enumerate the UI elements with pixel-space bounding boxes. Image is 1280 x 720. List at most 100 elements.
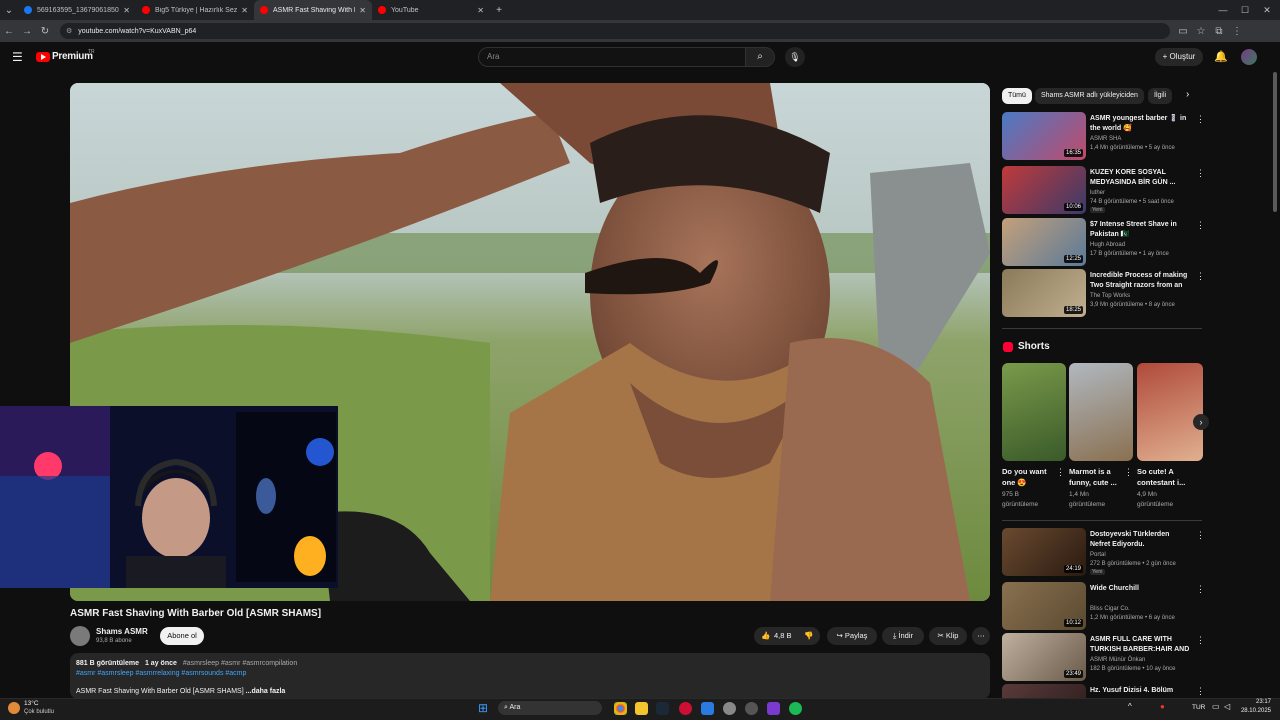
recommended-video[interactable]: 23:49 ASMR FULL CARE WITH TURKISH BARBER… — [1002, 633, 1205, 681]
recommended-video[interactable]: 12:25 $7 Intense Street Shave in Pakista… — [1002, 218, 1205, 266]
windows-start-icon[interactable]: ⊞ — [478, 701, 488, 715]
tray-app-icon[interactable]: ● — [1160, 702, 1165, 711]
search-input[interactable]: Ara — [478, 47, 746, 67]
tab-1[interactable]: 569163595_1367906185050488_6... ✕ — [18, 0, 136, 20]
video-thumbnail[interactable]: 10:12 — [1002, 582, 1086, 630]
description-box[interactable]: 881 B görüntüleme 1 ay önce #asmrsleep #… — [70, 653, 990, 699]
minimize-button[interactable]: — — [1212, 0, 1234, 20]
rec-title[interactable]: Wide Churchill — [1090, 584, 1190, 594]
rec-channel[interactable]: luther — [1090, 190, 1105, 196]
more-vert-icon[interactable]: ⋮ — [1196, 686, 1202, 697]
rec-title[interactable]: Hz. Yusuf Dizisi 4. Bölüm — [1090, 686, 1190, 696]
hamburger-menu-icon[interactable]: ☰ — [12, 50, 23, 64]
back-button[interactable]: ← — [0, 26, 18, 37]
forward-button[interactable]: → — [18, 26, 36, 37]
video-thumbnail[interactable]: 12:25 — [1002, 218, 1086, 266]
url-field[interactable]: ⚙ youtube.com/watch?v=KuxVABN_p64 — [60, 23, 1170, 39]
short-thumbnail[interactable] — [1137, 363, 1203, 461]
rec-channel[interactable]: Hugh Abroad — [1090, 242, 1125, 248]
more-vert-icon[interactable]: ⋮ — [1196, 220, 1205, 231]
network-icon[interactable]: ▭ — [1212, 702, 1220, 711]
chips-next-chevron-icon[interactable]: › — [1186, 89, 1189, 100]
like-count[interactable]: 4,8 B — [774, 627, 792, 645]
voice-search-button[interactable]: 🎙 — [785, 47, 805, 67]
rec-title[interactable]: $7 Intense Street Shave in Pakistan 🇵🇰 — [1090, 220, 1190, 240]
spotify-icon[interactable] — [789, 702, 802, 715]
rec-channel[interactable]: Portal — [1090, 552, 1106, 558]
extensions-icon[interactable]: ⧉ — [1210, 26, 1228, 37]
notifications-bell-icon[interactable]: 🔔 — [1214, 50, 1228, 63]
close-tab-icon[interactable]: ✕ — [477, 6, 484, 15]
like-icon[interactable]: 👍 — [761, 627, 770, 645]
recommended-video[interactable]: 18:25 Incredible Process of making Two S… — [1002, 269, 1205, 317]
app-icon[interactable] — [701, 702, 714, 715]
chip-related[interactable]: İlgili — [1148, 88, 1173, 104]
bookmark-star-icon[interactable]: ☆ — [1192, 26, 1210, 37]
recommended-video[interactable]: 10:12 Wide Churchill Bliss Cigar Co. 1,2… — [1002, 582, 1205, 630]
avatar[interactable] — [1241, 49, 1257, 65]
create-button[interactable]: + Oluştur — [1155, 48, 1203, 66]
chrome-icon[interactable] — [614, 702, 627, 715]
close-window-button[interactable]: ✕ — [1256, 0, 1278, 20]
weather-temp[interactable]: 13°C — [24, 700, 39, 707]
youtube-logo-icon[interactable] — [36, 52, 50, 62]
recommended-video[interactable]: 24:19 Dostoyevski Türklerden Nefret Ediy… — [1002, 528, 1205, 576]
more-actions-button[interactable]: ⋯ — [972, 627, 990, 645]
weather-icon[interactable] — [8, 702, 20, 714]
video-thumbnail[interactable]: 18:25 — [1002, 269, 1086, 317]
short-title[interactable]: Marmot is a funny, cute ... — [1069, 466, 1123, 488]
rec-title[interactable]: KUZEY KORE SOSYAL MEDYASINDA BİR GÜN ... — [1090, 168, 1190, 188]
channel-name[interactable]: Shams ASMR — [96, 627, 148, 636]
taskbar-search[interactable]: ⌕ Ara — [498, 701, 602, 715]
settings-icon[interactable] — [723, 702, 736, 715]
video-thumbnail[interactable]: 10:06 — [1002, 166, 1086, 214]
rec-channel[interactable]: ASMR SHA — [1090, 136, 1121, 142]
search-button[interactable]: ⌕ — [745, 47, 775, 67]
chip-from-uploader[interactable]: Shams ASMR adlı yükleyiciden — [1035, 88, 1144, 104]
more-vert-icon[interactable]: ⋮ — [1196, 530, 1205, 541]
new-tab-button[interactable]: + — [490, 5, 508, 16]
menu-dots-icon[interactable]: ⋮ — [1228, 26, 1246, 37]
recommended-video[interactable]: 16:35 ASMR youngest barber 💈 in the worl… — [1002, 112, 1205, 160]
volume-icon[interactable]: ◁ — [1224, 702, 1230, 711]
close-tab-icon[interactable]: ✕ — [241, 6, 248, 15]
close-tab-icon[interactable]: ✕ — [123, 6, 130, 15]
close-tab-icon[interactable]: ✕ — [359, 6, 366, 15]
clock-time[interactable]: 23:17 — [1241, 699, 1271, 705]
video-thumbnail[interactable]: 24:19 — [1002, 528, 1086, 576]
shorts-next-chevron-icon[interactable]: › — [1193, 414, 1209, 430]
dislike-icon[interactable]: 👎 — [804, 627, 813, 645]
clock-date[interactable]: 28.10.2025 — [1236, 708, 1271, 714]
opera-icon[interactable] — [679, 702, 692, 715]
rec-title[interactable]: ASMR FULL CARE WITH TURKISH BARBER:HAIR … — [1090, 635, 1190, 655]
tab-4[interactable]: YouTube ✕ — [372, 0, 490, 20]
rec-channel[interactable]: ASMR Münür Önkan — [1090, 657, 1145, 663]
recommended-video[interactable]: Hz. Yusuf Dizisi 4. Bölüm ⋮ — [1002, 684, 1202, 698]
short-thumbnail[interactable] — [1069, 363, 1133, 461]
obs-icon[interactable] — [745, 702, 758, 715]
file-explorer-icon[interactable] — [635, 702, 648, 715]
youtube-premium-logo[interactable]: Premium — [52, 51, 93, 62]
language-indicator[interactable]: TUR — [1192, 704, 1205, 711]
rec-channel[interactable]: Bliss Cigar Co. — [1090, 606, 1130, 612]
rec-title[interactable]: Dostoyevski Türklerden Nefret Ediyordu. — [1090, 530, 1190, 550]
hashtags-top[interactable]: #asmrsleep #asmr #asmrcompilation — [183, 660, 297, 667]
recommended-video[interactable]: 10:06 KUZEY KORE SOSYAL MEDYASINDA BİR G… — [1002, 166, 1205, 214]
subscribe-button[interactable]: Abone ol — [160, 627, 204, 645]
video-thumbnail[interactable] — [1002, 684, 1086, 698]
rec-channel[interactable]: The Top Works — [1090, 293, 1130, 299]
more-vert-icon[interactable]: ⋮ — [1196, 635, 1205, 646]
short-thumbnail[interactable] — [1002, 363, 1066, 461]
share-button[interactable]: ↪ Paylaş — [827, 627, 877, 645]
short-title[interactable]: Do you want one 😍 — [1002, 466, 1056, 488]
tab-search-icon[interactable]: ⌄ — [0, 5, 18, 16]
clip-button[interactable]: ✂ Klip — [929, 627, 967, 645]
tray-chevron-icon[interactable]: ^ — [1128, 702, 1132, 711]
chip-all[interactable]: Tümü — [1002, 88, 1032, 104]
more-vert-icon[interactable]: ⋮ — [1124, 467, 1133, 478]
rec-title[interactable]: Incredible Process of making Two Straigh… — [1090, 271, 1190, 291]
more-vert-icon[interactable]: ⋮ — [1196, 114, 1205, 125]
more-vert-icon[interactable]: ⋮ — [1196, 168, 1205, 179]
site-info-icon[interactable]: ⚙ — [66, 27, 72, 35]
cast-icon[interactable]: ▭ — [1174, 26, 1192, 37]
